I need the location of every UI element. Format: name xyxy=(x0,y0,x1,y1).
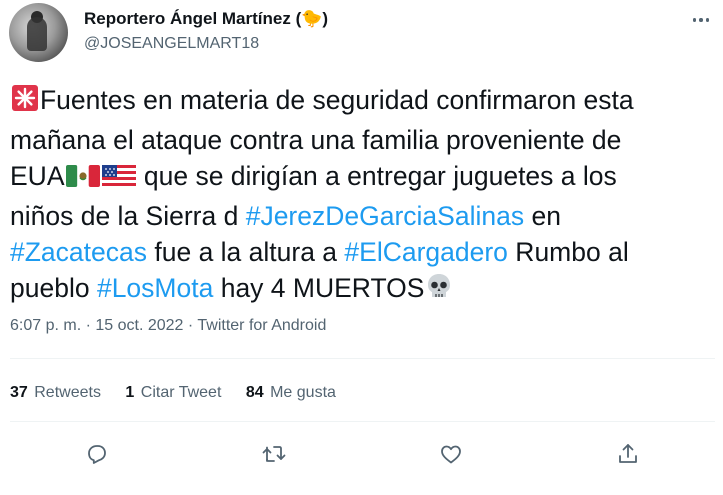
hashtag-link[interactable]: #LosMota xyxy=(97,273,213,303)
tweet-line: EUA que se dirigían a entregar juguetes … xyxy=(10,158,715,198)
author-handle[interactable]: @JOSEANGELMART18 xyxy=(84,35,259,53)
hashtag-link[interactable]: #Zacatecas xyxy=(10,237,147,267)
meta-separator: · xyxy=(81,317,96,334)
like-icon xyxy=(439,442,463,471)
tweet-meta: 6:07 p. m. · 15 oct. 2022 · Twitter for … xyxy=(10,317,326,335)
more-dot xyxy=(692,18,697,22)
author-name[interactable]: Reportero Ángel Martínez (🐤) xyxy=(84,9,328,29)
tweet-text-segment: fue a la altura a xyxy=(147,237,345,267)
tweet-actions xyxy=(0,436,723,476)
skull-icon xyxy=(424,271,454,310)
tweet-line: mañana el ataque contra una familia prov… xyxy=(10,122,715,158)
tweet-stats: 37 Retweets 1 Citar Tweet 84 Me gusta xyxy=(10,384,356,402)
meta-separator: · xyxy=(183,317,198,334)
more-dot xyxy=(699,18,703,22)
retweet-icon xyxy=(261,442,287,471)
tweet-source[interactable]: Twitter for Android xyxy=(197,317,326,334)
tweet-text-segment: mañana el ataque contra una familia prov… xyxy=(10,125,622,155)
likes-count: 84 xyxy=(245,384,264,401)
tweet-text-segment: en xyxy=(524,201,561,231)
likes-stat[interactable]: 84 Me gusta xyxy=(246,384,336,402)
like-button[interactable] xyxy=(431,436,471,476)
tweet-text-segment: EUA xyxy=(10,161,65,191)
divider xyxy=(10,421,715,422)
divider xyxy=(10,358,715,359)
tweet-line: Fuentes en materia de seguridad confirma… xyxy=(10,82,715,122)
share-icon xyxy=(616,442,640,471)
tweet-text-segment: que se dirigían a entregar juguetes a lo… xyxy=(136,161,617,191)
siren-icon xyxy=(10,83,40,122)
reply-button[interactable] xyxy=(77,436,117,476)
mexico-flag-icon xyxy=(65,162,101,198)
usa-flag-icon xyxy=(101,162,137,198)
retweets-count: 37 xyxy=(10,384,28,401)
tweet-text-segment: Fuentes en materia de seguridad confirma… xyxy=(40,85,634,115)
avatar[interactable] xyxy=(9,3,68,62)
more-options-button[interactable] xyxy=(687,10,715,30)
quotes-count: 1 xyxy=(125,384,135,401)
tweet-text: Fuentes en materia de seguridad confirma… xyxy=(10,82,715,310)
tweet-text-segment: Rumbo al xyxy=(507,237,629,267)
tweet-text-segment: niños de la Sierra d xyxy=(10,201,246,231)
tweet-header: Reportero Ángel Martínez (🐤) @JOSEANGELM… xyxy=(0,0,723,70)
quotes-label: Citar Tweet xyxy=(140,384,222,401)
tweet-text-segment: pueblo xyxy=(10,273,97,303)
likes-label: Me gusta xyxy=(270,384,336,401)
hashtag-link[interactable]: #ElCargadero xyxy=(344,237,508,267)
hashtag-link[interactable]: #JerezDeGarciaSalinas xyxy=(246,201,524,231)
tweet-time[interactable]: 6:07 p. m. xyxy=(10,317,81,334)
retweets-label: Retweets xyxy=(34,384,101,401)
more-dot xyxy=(705,18,710,22)
retweets-stat[interactable]: 37 Retweets xyxy=(10,384,101,402)
share-button[interactable] xyxy=(608,436,648,476)
avatar-figure xyxy=(27,17,47,51)
quotes-stat[interactable]: 1 Citar Tweet xyxy=(125,384,221,402)
tweet-date[interactable]: 15 oct. 2022 xyxy=(95,317,183,334)
tweet-line: niños de la Sierra d #JerezDeGarciaSalin… xyxy=(10,198,715,234)
reply-icon xyxy=(85,442,109,471)
retweet-button[interactable] xyxy=(254,436,294,476)
tweet-line: #Zacatecas fue a la altura a #ElCargader… xyxy=(10,234,715,270)
tweet-text-segment: hay 4 MUERTOS xyxy=(213,273,425,303)
tweet-line: pueblo #LosMota hay 4 MUERTOS xyxy=(10,270,715,310)
